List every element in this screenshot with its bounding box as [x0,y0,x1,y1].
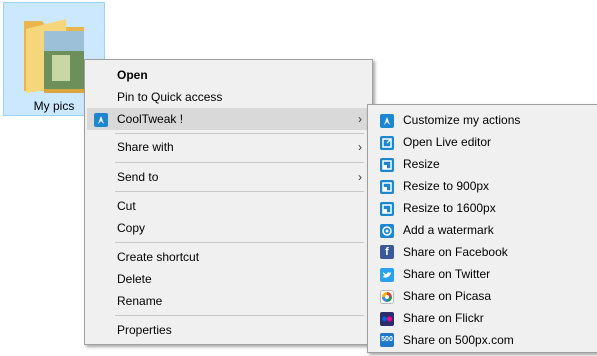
submenu-item-label: Add a watermark [403,223,494,237]
menu-item-label: Delete [117,272,152,286]
menu-item-send-to[interactable]: Send to › [87,166,370,188]
menu-item-create-shortcut[interactable]: Create shortcut [87,246,370,268]
menu-item-open[interactable]: Open [87,64,370,86]
submenu-item-open-live-editor[interactable]: Open Live editor [370,131,595,153]
menu-item-cooltweak[interactable]: CoolTweak ! › [87,108,370,130]
cooltweak-icon [380,113,394,128]
menu-item-label: Rename [117,294,163,308]
chevron-right-icon: › [358,140,362,154]
submenu-item-share-500px[interactable]: 500 Share on 500px.com [370,329,595,351]
menu-item-properties[interactable]: Properties [87,319,370,341]
menu-item-label: Open [117,68,148,82]
cooltweak-icon [94,112,108,127]
menu-item-label: Cut [117,199,136,213]
menu-separator [115,162,364,163]
submenu-item-share-picasa[interactable]: Share on Picasa [370,285,595,307]
menu-item-label: Pin to Quick access [117,90,223,104]
submenu-item-resize-1600[interactable]: Resize to 1600px [370,197,595,219]
picasa-icon [380,289,394,304]
menu-separator [115,133,364,134]
resize-icon [380,179,394,194]
menu-item-delete[interactable]: Delete [87,268,370,290]
menu-separator [115,315,364,316]
submenu-item-share-twitter[interactable]: Share on Twitter [370,263,595,285]
submenu-item-share-flickr[interactable]: Share on Flickr [370,307,595,329]
submenu-item-label: Open Live editor [403,135,492,149]
submenu-item-label: Resize to 1600px [403,201,496,215]
resize-icon [380,201,394,216]
submenu-item-label: Share on Facebook [403,245,508,259]
submenu-item-label: Share on Flickr [403,311,484,325]
submenu-item-resize[interactable]: Resize [370,153,595,175]
menu-item-label: Properties [117,323,172,337]
chevron-right-icon: › [358,112,362,126]
menu-item-copy[interactable]: Copy [87,217,370,239]
menu-item-label: Send to [117,170,159,184]
submenu-item-label: Customize my actions [403,113,521,127]
menu-separator [115,191,364,192]
context-menu: Open Pin to Quick access CoolTweak ! › S… [84,59,373,345]
resize-icon [380,157,394,172]
submenu-item-customize-actions[interactable]: Customize my actions [370,109,595,131]
submenu-item-label: Share on 500px.com [403,333,514,347]
500px-icon: 500 [380,333,394,347]
watermark-icon [380,223,394,238]
submenu-item-resize-900[interactable]: Resize to 900px [370,175,595,197]
menu-item-share-with[interactable]: Share with › [87,136,370,158]
menu-item-pin-quick-access[interactable]: Pin to Quick access [87,86,370,108]
facebook-icon: f [380,245,394,259]
menu-item-label: Create shortcut [117,250,200,264]
cooltweak-submenu: Customize my actions Open Live editor Re… [367,104,597,353]
menu-separator [115,242,364,243]
flickr-icon [380,311,394,326]
menu-item-label: CoolTweak ! [117,112,184,126]
submenu-item-label: Resize to 900px [403,179,490,193]
500px-glyph: 500 [380,333,394,347]
live-editor-icon [380,135,394,150]
submenu-item-label: Share on Picasa [403,289,492,303]
folder-icon [24,19,84,93]
menu-item-cut[interactable]: Cut [87,195,370,217]
menu-item-rename[interactable]: Rename [87,290,370,312]
submenu-item-label: Share on Twitter [403,267,491,281]
facebook-glyph: f [380,245,394,259]
submenu-item-share-facebook[interactable]: f Share on Facebook [370,241,595,263]
chevron-right-icon: › [358,170,362,184]
twitter-icon [380,267,394,282]
menu-item-label: Share with [117,140,174,154]
menu-item-label: Copy [117,221,146,235]
submenu-item-add-watermark[interactable]: Add a watermark [370,219,595,241]
submenu-item-label: Resize [403,157,440,171]
